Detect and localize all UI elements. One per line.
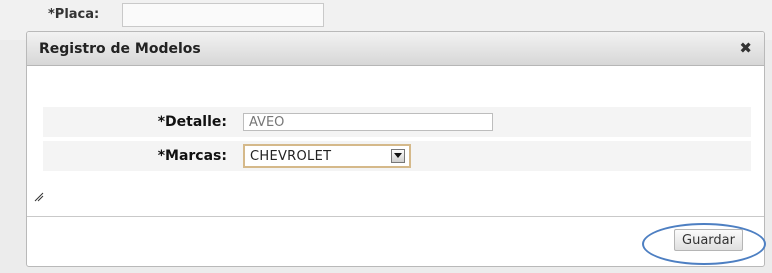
marcas-row: *Marcas: CHEVROLET bbox=[43, 141, 751, 171]
close-icon[interactable]: ✖ bbox=[739, 41, 752, 56]
dialog-title: Registro de Modelos bbox=[39, 40, 201, 57]
marcas-label: *Marcas: bbox=[157, 148, 227, 164]
marcas-select[interactable]: CHEVROLET bbox=[243, 144, 411, 168]
detalle-input[interactable] bbox=[243, 113, 493, 131]
dialog-titlebar[interactable]: Registro de Modelos ✖ bbox=[27, 32, 764, 66]
dialog-content: *Detalle: *Marcas: CHEVROLET bbox=[27, 66, 764, 216]
dialog-footer: Guardar bbox=[27, 216, 764, 266]
resize-handle-icon[interactable] bbox=[34, 192, 44, 202]
marcas-selected-value: CHEVROLET bbox=[250, 148, 332, 164]
registro-modelos-dialog: Registro de Modelos ✖ *Detalle: *Marcas:… bbox=[26, 31, 765, 267]
detalle-row: *Detalle: bbox=[43, 107, 751, 137]
detalle-label: *Detalle: bbox=[157, 114, 227, 130]
guardar-button[interactable]: Guardar bbox=[674, 229, 743, 251]
placa-input[interactable] bbox=[122, 3, 324, 27]
placa-label: *Placa: bbox=[48, 7, 100, 22]
chevron-down-icon[interactable] bbox=[391, 149, 405, 163]
